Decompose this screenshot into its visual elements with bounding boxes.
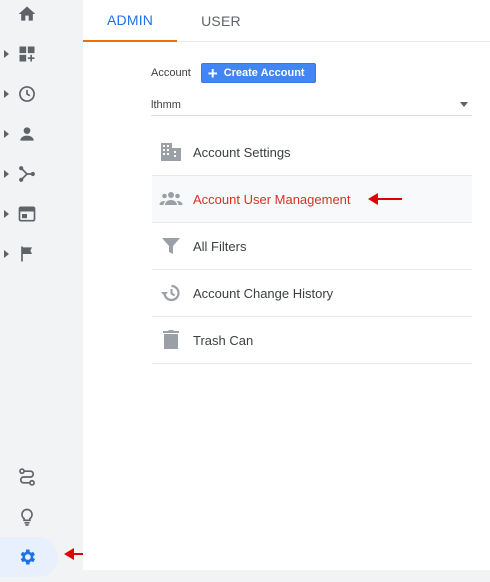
account-menu: Account Settings Account User Management…	[152, 129, 472, 364]
expand-caret-icon	[4, 250, 9, 258]
dashboards-icon	[19, 46, 35, 62]
admin-content: Account + Create Account lthmm Account S…	[83, 42, 490, 570]
tab-user[interactable]: USER	[177, 0, 265, 42]
bottom-strip	[83, 570, 490, 582]
conversions-icon	[21, 246, 32, 262]
nav-audience[interactable]	[0, 114, 58, 154]
dropdown-arrow-icon	[460, 102, 468, 107]
menu-all-filters[interactable]: All Filters	[152, 223, 472, 270]
expand-caret-icon	[4, 50, 9, 58]
acquisition-icon	[19, 166, 35, 182]
menu-account-change-history[interactable]: Account Change History	[152, 270, 472, 317]
realtime-icon	[19, 86, 35, 102]
building-icon	[161, 143, 181, 161]
nav-admin[interactable]	[0, 537, 58, 577]
annotation-arrow-user-management	[367, 193, 402, 205]
menu-label: All Filters	[193, 238, 247, 254]
trash-icon	[163, 330, 179, 349]
menu-label: Account User Management	[193, 191, 351, 207]
admin-gear-icon	[20, 549, 35, 565]
discover-icon	[21, 508, 33, 526]
nav-conversions[interactable]	[0, 234, 58, 274]
analytics-admin-app: ADMIN USER Account + Create Account lthm…	[0, 0, 490, 582]
account-select[interactable]: lthmm	[151, 94, 472, 116]
tab-admin[interactable]: ADMIN	[83, 0, 178, 42]
menu-label: Account Change History	[193, 285, 334, 301]
plus-icon: +	[207, 63, 218, 83]
attribution-icon	[19, 468, 35, 486]
audience-icon	[20, 127, 34, 141]
nav-attribution[interactable]	[0, 457, 58, 497]
nav-acquisition[interactable]	[0, 154, 58, 194]
home-icon	[18, 6, 36, 21]
people-icon	[159, 192, 183, 205]
expand-caret-icon	[4, 90, 9, 98]
admin-tabs: ADMIN USER	[83, 0, 490, 42]
nav-customization[interactable]	[0, 34, 58, 74]
account-label: Account	[151, 67, 191, 79]
menu-label: Trash Can	[193, 332, 254, 348]
left-nav-rail	[0, 0, 83, 582]
behavior-icon	[18, 206, 36, 222]
menu-label: Account Settings	[193, 144, 291, 160]
nav-discover[interactable]	[0, 497, 58, 537]
menu-trash-can[interactable]: Trash Can	[152, 317, 472, 364]
create-account-button[interactable]: + Create Account	[200, 63, 316, 83]
menu-account-settings[interactable]: Account Settings	[152, 129, 472, 176]
nav-realtime[interactable]	[0, 74, 58, 114]
expand-caret-icon	[4, 210, 9, 218]
nav-home[interactable]	[0, 0, 58, 34]
account-header: Account + Create Account	[151, 63, 316, 83]
menu-account-user-management[interactable]: Account User Management	[152, 176, 472, 223]
expand-caret-icon	[4, 170, 9, 178]
expand-caret-icon	[4, 130, 9, 138]
create-account-label: Create Account	[223, 67, 305, 79]
nav-behavior[interactable]	[0, 194, 58, 234]
filter-icon	[162, 238, 180, 254]
account-select-value: lthmm	[151, 98, 181, 111]
history-icon	[161, 284, 180, 302]
